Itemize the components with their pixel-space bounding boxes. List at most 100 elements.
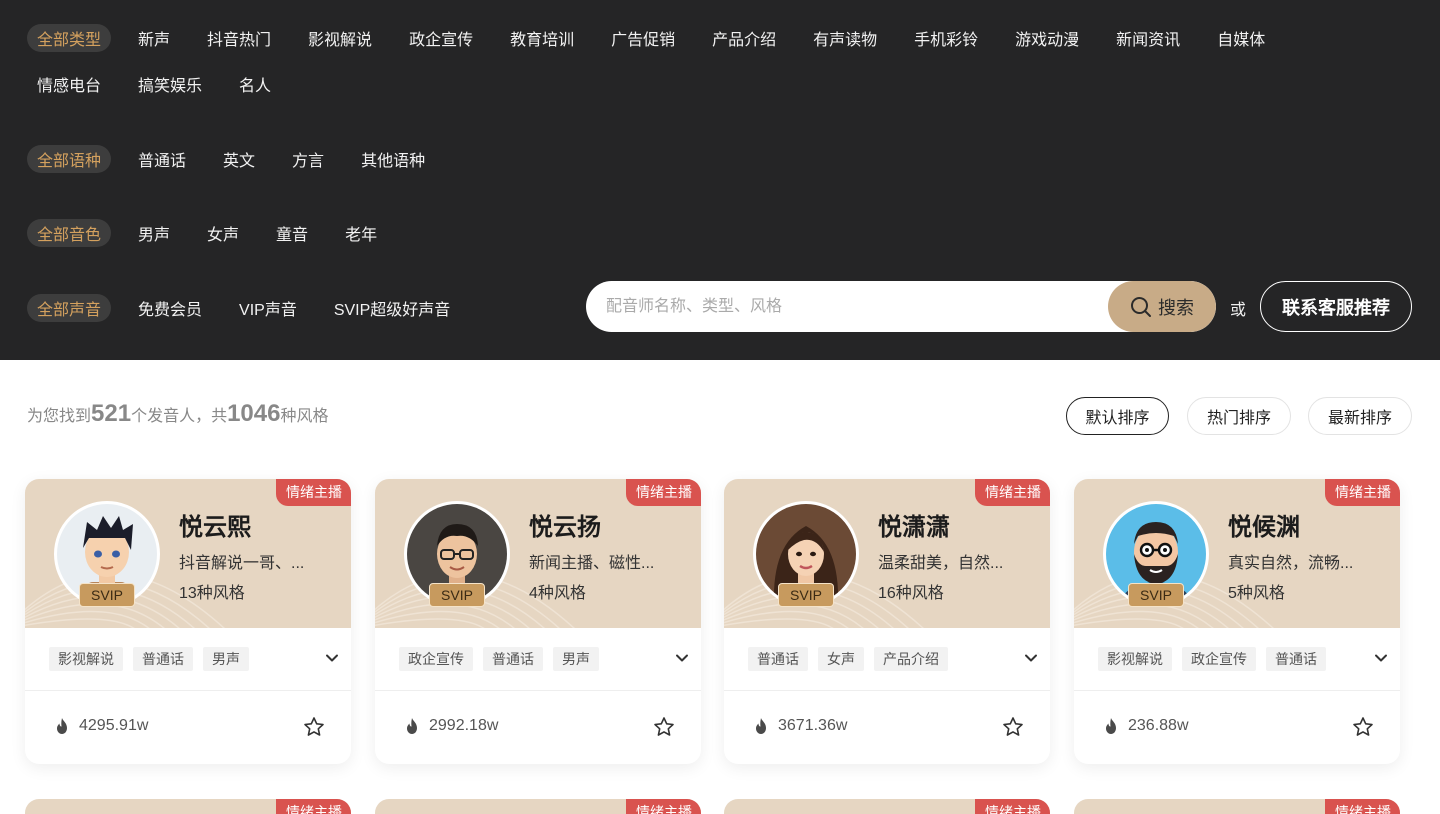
chevron-down-icon[interactable] — [325, 651, 339, 665]
filter-type-new-voice[interactable]: 新声 — [128, 24, 180, 52]
results-speaker-count: 521 — [91, 400, 132, 427]
speaker-description: 新闻主播、磁性... — [529, 555, 655, 572]
filter-type-all[interactable]: 全部类型 — [27, 24, 112, 52]
play-count: 3671.36w — [752, 717, 847, 735]
tag-list: 影视解说 政企宣传 普通话 — [1098, 647, 1326, 671]
filter-lang-other[interactable]: 其他语种 — [351, 145, 435, 173]
search-input[interactable] — [586, 281, 1108, 332]
search-button[interactable]: 搜索 — [1108, 281, 1216, 332]
filter-type-audiobook[interactable]: 有声读物 — [803, 24, 887, 52]
play-count-value: 3671.36w — [778, 717, 848, 734]
voice-card[interactable]: 情绪主播 SVIP 悦候渊 真实自然，流畅... 5种风格 影视解说 政企宣传 … — [1074, 479, 1400, 764]
filter-type-celebrity[interactable]: 名人 — [229, 70, 281, 98]
tag-item[interactable]: 女声 — [818, 647, 864, 671]
tag-item[interactable]: 普通话 — [483, 647, 543, 671]
filter-voice-all[interactable]: 全部声音 — [27, 294, 112, 322]
sort-newest-button[interactable]: 最新排序 — [1308, 397, 1412, 435]
voice-card[interactable]: 情绪主播 SVIP 悦云熙 抖音解说一哥、... 13种风格 影视解说 普通话 … — [25, 479, 351, 764]
filter-timbre-child[interactable]: 童音 — [266, 219, 318, 247]
sort-default-button[interactable]: 默认排序 — [1066, 397, 1169, 435]
category-tag: 情绪主播 — [626, 479, 701, 506]
tag-item[interactable]: 政企宣传 — [1182, 647, 1256, 671]
speaker-name: 悦候渊 — [1228, 514, 1300, 541]
fire-icon — [1106, 718, 1116, 734]
star-favorite-icon[interactable] — [303, 716, 325, 738]
tag-item[interactable]: 影视解说 — [1098, 647, 1172, 671]
chevron-down-icon[interactable] — [1374, 651, 1388, 665]
chevron-down-icon[interactable] — [1024, 651, 1038, 665]
filter-type-radio[interactable]: 情感电台 — [27, 70, 111, 98]
divider — [375, 690, 701, 691]
voice-card[interactable]: 情绪主播 SVIP 悦潇潇 温柔甜美，自然... 16种风格 普通话 女声 产品… — [724, 479, 1050, 764]
voice-card-peek[interactable]: 情绪主播 — [724, 799, 1050, 814]
tag-item[interactable]: 男声 — [203, 647, 249, 671]
search-bar: 搜索 — [586, 281, 1216, 332]
tag-item[interactable]: 产品介绍 — [874, 647, 948, 671]
filter-type-comedy[interactable]: 搞笑娱乐 — [128, 70, 212, 98]
divider — [1074, 690, 1400, 691]
filter-type-ringtone[interactable]: 手机彩铃 — [904, 24, 988, 52]
speaker-description: 真实自然，流畅... — [1228, 555, 1354, 572]
contact-support-button[interactable]: 联系客服推荐 — [1260, 281, 1412, 332]
filter-type-games[interactable]: 游戏动漫 — [1005, 24, 1089, 52]
tag-item[interactable]: 普通话 — [1266, 647, 1326, 671]
filter-type-ads[interactable]: 广告促销 — [601, 24, 685, 52]
filter-timbre-female[interactable]: 女声 — [197, 219, 249, 247]
style-count: 16种风格 — [878, 585, 944, 602]
star-favorite-icon[interactable] — [1352, 716, 1374, 738]
filter-type-news[interactable]: 新闻资讯 — [1106, 24, 1190, 52]
filter-panel: 全部类型 新声 抖音热门 影视解说 政企宣传 教育培训 广告促销 产品介绍 有声… — [0, 0, 1440, 360]
chevron-down-icon[interactable] — [675, 651, 689, 665]
filter-timbre-all[interactable]: 全部音色 — [27, 219, 112, 247]
play-count: 2992.18w — [403, 717, 498, 735]
tag-item[interactable]: 政企宣传 — [399, 647, 473, 671]
filter-type-self-media[interactable]: 自媒体 — [1207, 24, 1275, 52]
style-count: 13种风格 — [179, 585, 245, 602]
category-tag: 情绪主播 — [975, 799, 1050, 814]
star-favorite-icon[interactable] — [1002, 716, 1024, 738]
language-filter-row: 全部语种 普通话 英文 方言 其他语种 — [27, 145, 452, 173]
filter-voice-vip[interactable]: VIP声音 — [229, 294, 307, 322]
voice-card-peek[interactable]: 情绪主播 — [1074, 799, 1400, 814]
svip-badge: SVIP — [1128, 583, 1184, 607]
filter-lang-english[interactable]: 英文 — [213, 145, 265, 173]
filter-type-product[interactable]: 产品介绍 — [702, 24, 786, 52]
voice-card[interactable]: 情绪主播 SVIP 悦云扬 新闻主播、磁性... 4种风格 政企宣传 普通话 男… — [375, 479, 701, 764]
filter-type-douyin-hot[interactable]: 抖音热门 — [197, 24, 281, 52]
voice-filter-row: 全部声音 免费会员 VIP声音 SVIP超级好声音 — [27, 294, 477, 322]
divider — [25, 690, 351, 691]
filter-type-film-commentary[interactable]: 影视解说 — [298, 24, 382, 52]
category-tag: 情绪主播 — [276, 479, 351, 506]
sort-hot-button[interactable]: 热门排序 — [1187, 397, 1291, 435]
star-favorite-icon[interactable] — [653, 716, 675, 738]
results-middle: 个发音人，共 — [131, 408, 228, 425]
voice-card-peek[interactable]: 情绪主播 — [25, 799, 351, 814]
svip-badge: SVIP — [429, 583, 485, 607]
filter-type-education[interactable]: 教育培训 — [500, 24, 584, 52]
tag-list: 影视解说 普通话 男声 — [49, 647, 249, 671]
filter-voice-svip[interactable]: SVIP超级好声音 — [324, 294, 460, 322]
filter-timbre-elderly[interactable]: 老年 — [335, 219, 387, 247]
play-count: 4295.91w — [53, 717, 148, 735]
svip-badge: SVIP — [778, 583, 834, 607]
speaker-name: 悦云扬 — [529, 514, 601, 541]
filter-type-corporate[interactable]: 政企宣传 — [399, 24, 483, 52]
type-filter-row: 全部类型 新声 抖音热门 影视解说 政企宣传 教育培训 广告促销 产品介绍 有声… — [27, 24, 1292, 52]
results-style-count: 1046 — [227, 400, 281, 427]
tag-list: 普通话 女声 产品介绍 — [748, 647, 948, 671]
play-count: 236.88w — [1102, 717, 1189, 735]
tag-item[interactable]: 男声 — [553, 647, 599, 671]
speaker-description: 抖音解说一哥、... — [179, 555, 305, 572]
voice-card-peek[interactable]: 情绪主播 — [375, 799, 701, 814]
results-prefix: 为您找到 — [27, 408, 92, 425]
filter-voice-free[interactable]: 免费会员 — [128, 294, 212, 322]
filter-timbre-male[interactable]: 男声 — [128, 219, 180, 247]
tag-item[interactable]: 普通话 — [133, 647, 193, 671]
tag-item[interactable]: 普通话 — [748, 647, 808, 671]
filter-lang-mandarin[interactable]: 普通话 — [128, 145, 196, 173]
search-icon — [1131, 296, 1151, 317]
filter-lang-all[interactable]: 全部语种 — [27, 145, 112, 173]
results-summary: 为您找到521个发音人，共1046种风格 — [27, 400, 328, 428]
tag-item[interactable]: 影视解说 — [49, 647, 123, 671]
filter-lang-dialect[interactable]: 方言 — [282, 145, 334, 173]
